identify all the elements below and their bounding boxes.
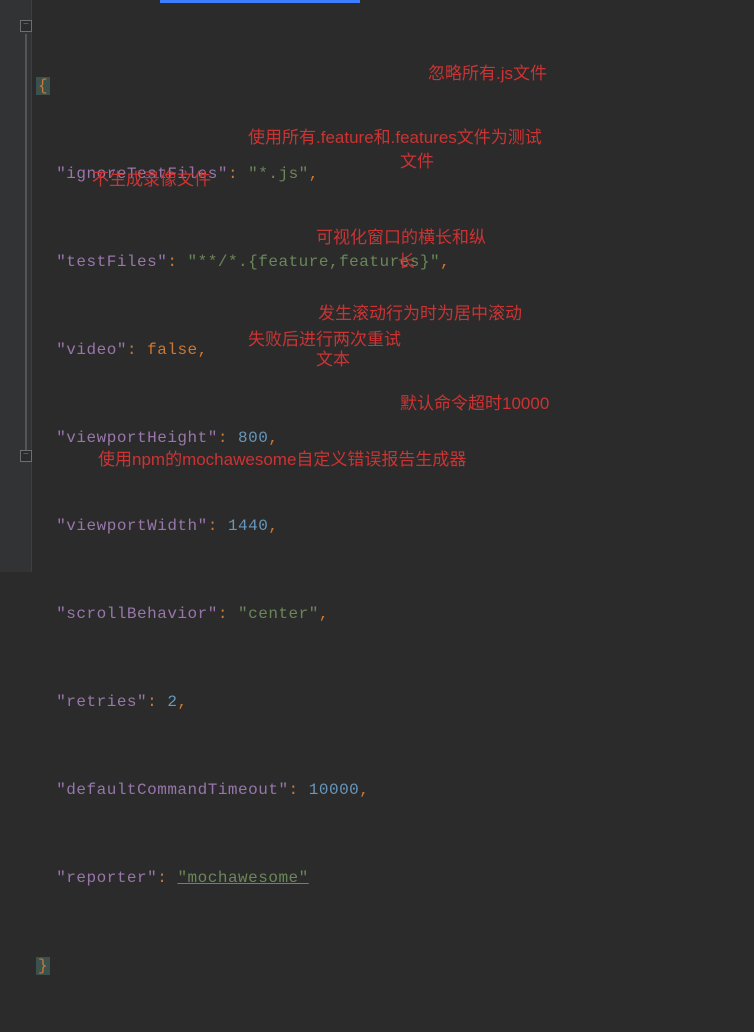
key-scrollBehavior: "scrollBehavior" [56,605,218,623]
key-viewportHeight: "viewportHeight" [56,429,218,447]
fold-guide [25,34,27,450]
key-viewportWidth: "viewportWidth" [56,517,208,535]
val-scrollBehavior: "center" [238,605,319,623]
key-retries: "retries" [56,693,147,711]
active-tab-indicator [160,0,360,3]
annot-timeout: 默认命令超时10000 [400,394,549,414]
annot-retries-1: 失败后进行两次重试 [248,330,401,350]
val-retries: 2 [167,693,177,711]
val-viewportHeight: 800 [238,429,268,447]
key-testFiles: "testFiles" [56,253,167,271]
annot-viewport-1: 可视化窗口的横长和纵 [316,228,486,248]
val-defaultCommandTimeout: 10000 [309,781,360,799]
annot-retries-2: 文本 [316,350,350,370]
val-viewportWidth: 1440 [228,517,268,535]
open-brace: { [36,77,50,95]
fold-open-icon[interactable]: − [20,20,32,32]
close-brace: } [36,957,50,975]
key-reporter: "reporter" [56,869,157,887]
annot-ignore: 忽略所有.js文件 [428,64,547,84]
annot-testfiles-1: 使用所有.feature和.features文件为测试 [248,128,542,148]
fold-close-icon[interactable]: − [20,450,32,462]
annot-scroll: 发生滚动行为时为居中滚动 [318,304,522,324]
annot-testfiles-2: 文件 [400,152,434,172]
val-video: false [147,341,198,359]
val-reporter: "mochawesome" [177,869,308,887]
key-video: "video" [56,341,127,359]
annot-video: 不生成录像文件 [92,170,211,190]
val-ignoreTestFiles: "*.js" [248,165,309,183]
editor-gutter: − − [0,0,32,572]
key-defaultCommandTimeout: "defaultCommandTimeout" [56,781,288,799]
annot-reporter: 使用npm的mochawesome自定义错误报告生成器 [98,450,466,470]
annot-viewport-2: 长 [398,252,415,272]
